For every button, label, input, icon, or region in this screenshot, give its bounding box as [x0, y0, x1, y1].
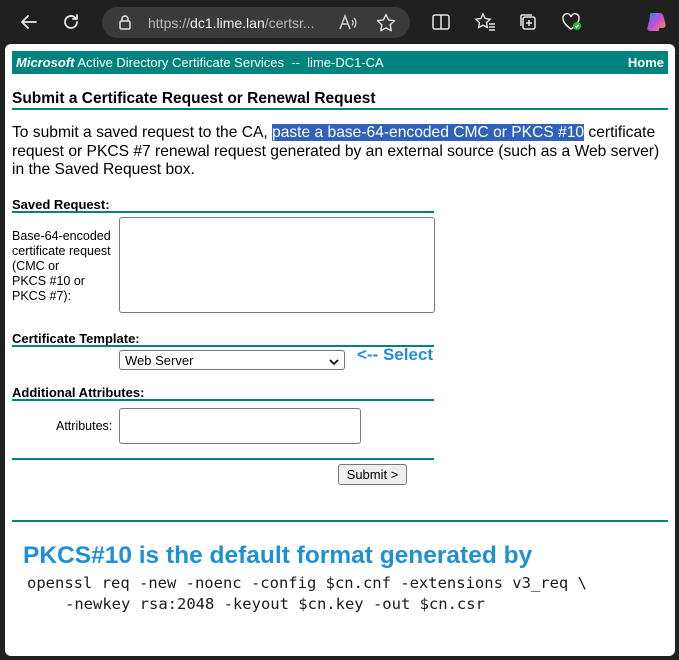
field-label-line: PKCS #7): — [12, 289, 72, 303]
attributes-textarea[interactable] — [119, 408, 361, 444]
field-label-line: PKCS #10 or — [12, 274, 85, 288]
copilot-icon[interactable] — [644, 10, 668, 34]
url-prefix: https:// — [148, 15, 191, 31]
note-divider — [12, 520, 668, 522]
title-divider — [12, 108, 668, 110]
submit-button[interactable]: Submit > — [338, 464, 407, 485]
selected-template-value: Web Server — [125, 353, 194, 368]
service-name: Active Directory Certificate Services — [77, 55, 285, 70]
favorites-icon[interactable] — [473, 10, 497, 34]
read-aloud-icon[interactable] — [338, 13, 358, 36]
field-label-line: certificate request — [12, 244, 111, 258]
home-link[interactable]: Home — [628, 55, 664, 70]
intro-highlighted-text: paste a base-64-encoded CMC or PKCS #10 — [272, 124, 585, 141]
certificate-template-label: Certificate Template: — [12, 331, 140, 346]
page-viewport: Microsoft Active Directory Certificate S… — [5, 44, 675, 656]
pkcs10-note-heading: PKCS#10 is the default format generated … — [23, 542, 533, 569]
additional-attributes-label: Additional Attributes: — [12, 385, 145, 400]
saved-request-textarea[interactable] — [119, 217, 435, 313]
ca-name: lime-DC1-CA — [307, 55, 384, 70]
form-divider — [12, 458, 434, 460]
header-title: Microsoft Active Directory Certificate S… — [16, 55, 384, 70]
adcs-header-bar: Microsoft Active Directory Certificate S… — [12, 51, 668, 74]
split-screen-icon[interactable] — [429, 10, 453, 34]
openssl-command-line-1: openssl req -new -noenc -config $cn.cnf … — [27, 574, 587, 592]
address-bar[interactable]: https://dc1.lime.lan/certsr... — [102, 7, 410, 38]
attributes-field-label: Attributes: — [56, 419, 113, 433]
lock-icon[interactable] — [117, 14, 133, 36]
back-arrow-icon[interactable] — [17, 10, 41, 34]
intro-text-start: To submit a saved request to the CA, — [12, 124, 273, 141]
certificate-template-select[interactable]: Web Server — [119, 350, 345, 370]
chevron-down-icon — [328, 355, 340, 370]
field-label-line: Base-64-encoded — [12, 229, 111, 243]
saved-request-label: Saved Request: — [12, 197, 110, 212]
collections-icon[interactable] — [516, 10, 540, 34]
brand-name: Microsoft — [16, 55, 75, 70]
url-path: /certsr... — [264, 15, 315, 31]
additional-attributes-divider — [12, 399, 434, 401]
url-text: https://dc1.lime.lan/certsr... — [148, 15, 338, 31]
header-separator: -- — [291, 55, 300, 70]
url-host: dc1.lime.lan — [190, 15, 265, 31]
refresh-icon[interactable] — [59, 10, 83, 34]
browser-essentials-icon[interactable] — [560, 10, 584, 34]
select-annotation: <-- Select — [357, 345, 434, 364]
favorite-star-icon[interactable] — [376, 13, 396, 37]
openssl-command-line-2: -newkey rsa:2048 -keyout $cn.key -out $c… — [65, 595, 485, 613]
saved-request-field-label: Base-64-encoded certificate request (CMC… — [12, 229, 120, 304]
intro-text: To submit a saved request to the CA, pas… — [12, 124, 668, 180]
page-title: Submit a Certificate Request or Renewal … — [12, 90, 376, 107]
browser-toolbar: https://dc1.lime.lan/certsr... — [0, 0, 679, 44]
saved-request-divider — [12, 211, 434, 213]
field-label-line: (CMC or — [12, 259, 60, 273]
